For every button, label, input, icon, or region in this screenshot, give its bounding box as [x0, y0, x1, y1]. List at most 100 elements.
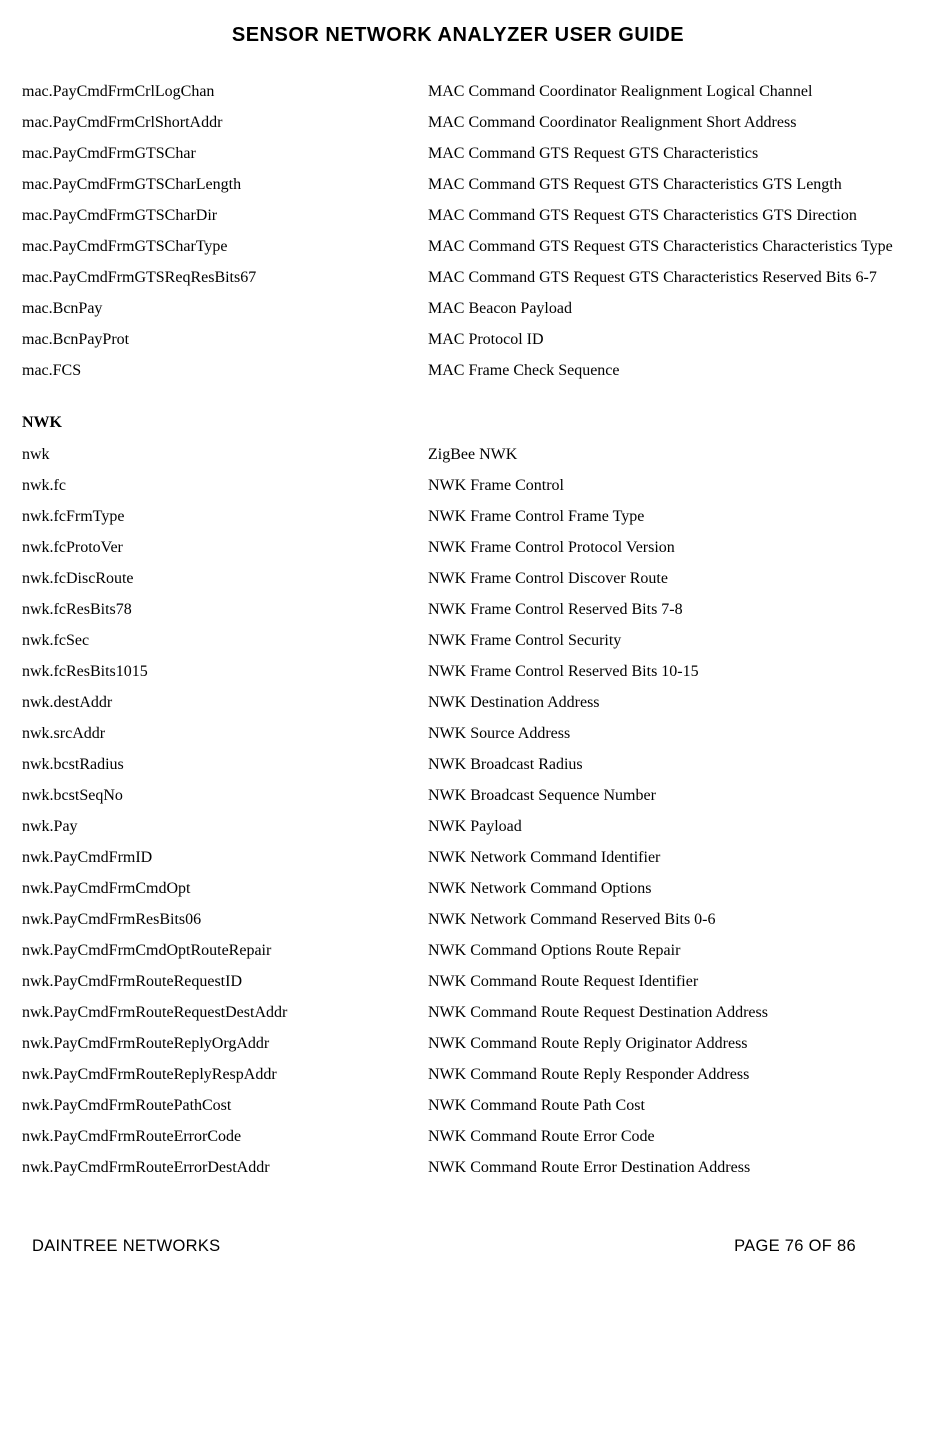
table-row: mac.PayCmdFrmCrlLogChanMAC Command Coord… [22, 83, 894, 101]
table-row: nwk.PayCmdFrmRouteReplyRespAddrNWK Comma… [22, 1066, 894, 1084]
field-description: NWK Frame Control Protocol Version [428, 539, 894, 557]
field-key: nwk.fcSec [22, 632, 428, 650]
table-row: mac.PayCmdFrmGTSReqResBits67MAC Command … [22, 269, 894, 287]
table-row: nwk.fcProtoVerNWK Frame Control Protocol… [22, 539, 894, 557]
field-description: ZigBee NWK [428, 446, 894, 464]
field-key: nwk.PayCmdFrmRoutePathCost [22, 1097, 428, 1115]
field-key: nwk.fcFrmType [22, 508, 428, 526]
field-description: NWK Frame Control [428, 477, 894, 495]
field-description: NWK Command Route Reply Originator Addre… [428, 1035, 894, 1053]
table-row: nwk.fcFrmTypeNWK Frame Control Frame Typ… [22, 508, 894, 526]
table-row: nwk.fcResBits1015NWK Frame Control Reser… [22, 663, 894, 681]
field-key: mac.PayCmdFrmGTSCharDir [22, 207, 428, 225]
field-key: nwk.PayCmdFrmRouteReplyRespAddr [22, 1066, 428, 1084]
table-row: nwk.PayCmdFrmRouteErrorDestAddrNWK Comma… [22, 1159, 894, 1177]
table-row: nwk.PayCmdFrmRouteRequestDestAddrNWK Com… [22, 1004, 894, 1022]
page-title: SENSOR NETWORK ANALYZER USER GUIDE [22, 24, 894, 47]
field-description: NWK Command Options Route Repair [428, 942, 894, 960]
field-key: nwk.PayCmdFrmCmdOptRouteRepair [22, 942, 428, 960]
field-description: MAC Protocol ID [428, 331, 894, 349]
field-description: NWK Command Route Path Cost [428, 1097, 894, 1115]
table-row: nwk.PayCmdFrmRouteErrorCodeNWK Command R… [22, 1128, 894, 1146]
field-description: MAC Command Coordinator Realignment Logi… [428, 83, 894, 101]
field-description: MAC Command GTS Request GTS Characterist… [428, 207, 894, 225]
table-row: mac.PayCmdFrmGTSCharTypeMAC Command GTS … [22, 238, 894, 256]
field-description: MAC Command GTS Request GTS Characterist… [428, 238, 894, 256]
field-key: mac.PayCmdFrmGTSChar [22, 145, 428, 163]
field-key: nwk.PayCmdFrmRouteRequestDestAddr [22, 1004, 428, 1022]
field-key: nwk.PayCmdFrmRouteReplyOrgAddr [22, 1035, 428, 1053]
table-row: nwk.PayCmdFrmRouteRequestIDNWK Command R… [22, 973, 894, 991]
table-row: nwk.PayCmdFrmResBits06NWK Network Comman… [22, 911, 894, 929]
nwk-fields-table: nwkZigBee NWKnwk.fcNWK Frame Controlnwk.… [22, 446, 894, 1177]
field-description: MAC Frame Check Sequence [428, 362, 894, 380]
field-key: nwk.PayCmdFrmResBits06 [22, 911, 428, 929]
field-description: NWK Command Route Error Code [428, 1128, 894, 1146]
field-key: mac.BcnPayProt [22, 331, 428, 349]
field-description: MAC Command Coordinator Realignment Shor… [428, 114, 894, 132]
field-key: nwk.fcResBits78 [22, 601, 428, 619]
field-description: MAC Command GTS Request GTS Characterist… [428, 145, 894, 163]
table-row: mac.PayCmdFrmGTSCharLengthMAC Command GT… [22, 176, 894, 194]
field-key: nwk.destAddr [22, 694, 428, 712]
table-row: nwk.PayNWK Payload [22, 818, 894, 836]
table-row: mac.PayCmdFrmGTSCharMAC Command GTS Requ… [22, 145, 894, 163]
table-row: nwk.PayCmdFrmRouteReplyOrgAddrNWK Comman… [22, 1035, 894, 1053]
table-row: nwk.srcAddrNWK Source Address [22, 725, 894, 743]
field-description: NWK Frame Control Discover Route [428, 570, 894, 588]
field-key: nwk.PayCmdFrmRouteErrorCode [22, 1128, 428, 1146]
field-description: NWK Network Command Options [428, 880, 894, 898]
table-row: nwk.bcstSeqNoNWK Broadcast Sequence Numb… [22, 787, 894, 805]
field-key: nwk [22, 446, 428, 464]
mac-fields-table: mac.PayCmdFrmCrlLogChanMAC Command Coord… [22, 83, 894, 380]
footer-page-number: PAGE 76 OF 86 [734, 1237, 856, 1256]
table-row: mac.BcnPayMAC Beacon Payload [22, 300, 894, 318]
field-description: NWK Frame Control Frame Type [428, 508, 894, 526]
field-description: NWK Command Route Request Identifier [428, 973, 894, 991]
table-row: mac.PayCmdFrmCrlShortAddrMAC Command Coo… [22, 114, 894, 132]
field-description: NWK Destination Address [428, 694, 894, 712]
field-key: nwk.srcAddr [22, 725, 428, 743]
field-key: nwk.Pay [22, 818, 428, 836]
field-key: mac.FCS [22, 362, 428, 380]
field-key: nwk.PayCmdFrmCmdOpt [22, 880, 428, 898]
table-row: nwk.PayCmdFrmCmdOptRouteRepairNWK Comman… [22, 942, 894, 960]
table-row: nwk.PayCmdFrmCmdOptNWK Network Command O… [22, 880, 894, 898]
field-description: NWK Frame Control Reserved Bits 10-15 [428, 663, 894, 681]
field-description: NWK Command Route Request Destination Ad… [428, 1004, 894, 1022]
field-description: NWK Source Address [428, 725, 894, 743]
table-row: nwk.bcstRadiusNWK Broadcast Radius [22, 756, 894, 774]
field-description: NWK Command Route Error Destination Addr… [428, 1159, 894, 1177]
field-description: MAC Command GTS Request GTS Characterist… [428, 176, 894, 194]
field-key: nwk.PayCmdFrmID [22, 849, 428, 867]
page-footer: DAINTREE NETWORKS PAGE 76 OF 86 [22, 1237, 894, 1256]
field-description: NWK Frame Control Reserved Bits 7-8 [428, 601, 894, 619]
footer-company: DAINTREE NETWORKS [32, 1237, 220, 1256]
nwk-heading: NWK [22, 414, 894, 432]
field-key: nwk.fcProtoVer [22, 539, 428, 557]
table-row: mac.PayCmdFrmGTSCharDirMAC Command GTS R… [22, 207, 894, 225]
table-row: nwk.fcNWK Frame Control [22, 477, 894, 495]
field-description: NWK Broadcast Radius [428, 756, 894, 774]
table-row: mac.BcnPayProtMAC Protocol ID [22, 331, 894, 349]
table-row: nwk.fcSecNWK Frame Control Security [22, 632, 894, 650]
field-description: MAC Command GTS Request GTS Characterist… [428, 269, 894, 287]
field-description: NWK Network Command Identifier [428, 849, 894, 867]
field-description: NWK Broadcast Sequence Number [428, 787, 894, 805]
table-row: nwk.fcResBits78NWK Frame Control Reserve… [22, 601, 894, 619]
field-description: NWK Payload [428, 818, 894, 836]
field-key: mac.PayCmdFrmCrlLogChan [22, 83, 428, 101]
field-key: mac.PayCmdFrmGTSCharType [22, 238, 428, 256]
table-row: mac.FCSMAC Frame Check Sequence [22, 362, 894, 380]
table-row: nwkZigBee NWK [22, 446, 894, 464]
field-key: mac.PayCmdFrmCrlShortAddr [22, 114, 428, 132]
table-row: nwk.PayCmdFrmIDNWK Network Command Ident… [22, 849, 894, 867]
table-row: nwk.destAddrNWK Destination Address [22, 694, 894, 712]
field-description: NWK Command Route Reply Responder Addres… [428, 1066, 894, 1084]
table-row: nwk.fcDiscRouteNWK Frame Control Discove… [22, 570, 894, 588]
field-key: nwk.bcstRadius [22, 756, 428, 774]
field-description: MAC Beacon Payload [428, 300, 894, 318]
field-key: nwk.fc [22, 477, 428, 495]
field-key: nwk.fcResBits1015 [22, 663, 428, 681]
field-key: mac.PayCmdFrmGTSCharLength [22, 176, 428, 194]
